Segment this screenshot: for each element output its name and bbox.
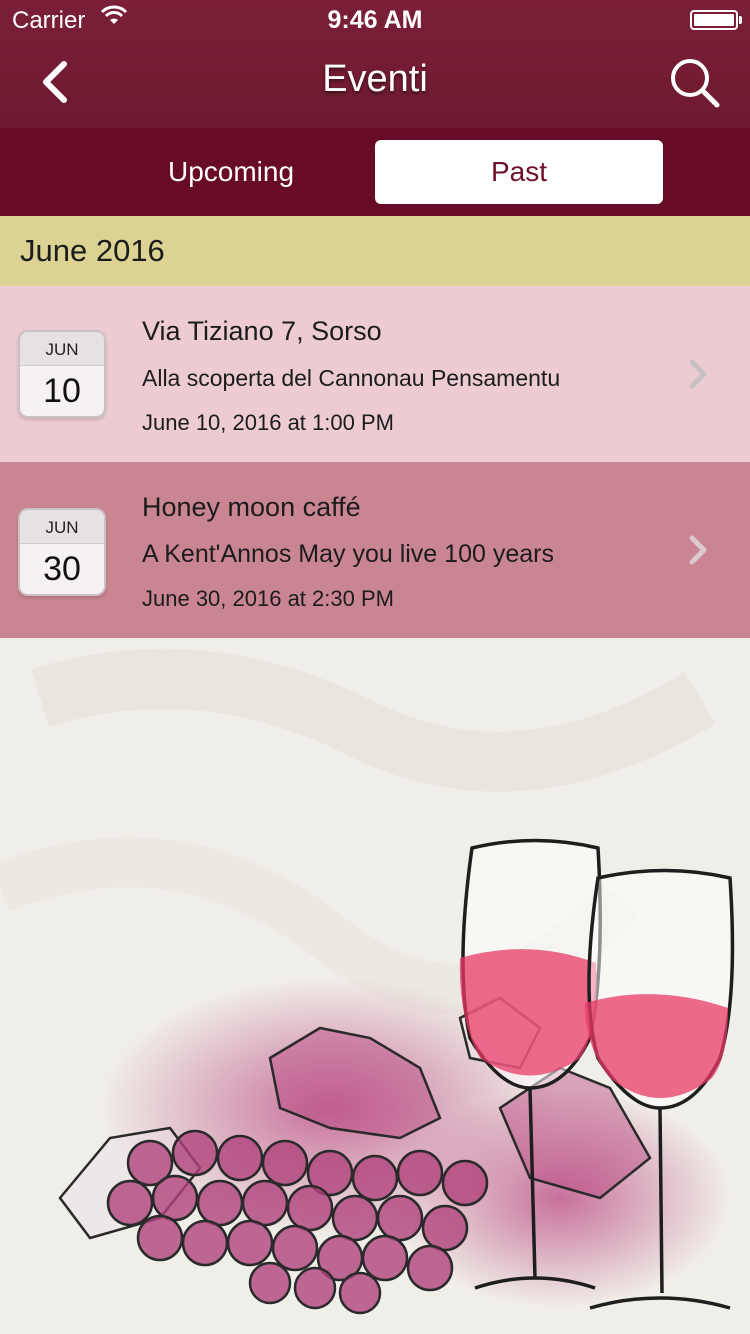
calendar-month: JUN xyxy=(20,332,104,366)
page-title: Eventi xyxy=(322,58,428,100)
chevron-right-icon xyxy=(689,535,707,565)
event-row[interactable]: JUN 10 Via Tiziano 7, Sorso Alla scopert… xyxy=(0,286,750,462)
event-title: A Kent'Annos May you live 100 years xyxy=(142,540,554,568)
chevron-right-icon xyxy=(689,359,707,389)
section-header-month: June 2016 xyxy=(0,216,750,286)
event-datetime: June 30, 2016 at 2:30 PM xyxy=(142,586,394,611)
event-title: Alla scoperta del Cannonau Pensamentu xyxy=(142,365,561,391)
event-location: Honey moon caffé xyxy=(142,492,361,522)
segment-upcoming[interactable]: Upcoming xyxy=(87,140,375,204)
event-datetime: June 10, 2016 at 1:00 PM xyxy=(142,410,394,435)
battery-icon xyxy=(690,10,742,30)
status-bar: Carrier 9:46 AM xyxy=(0,0,750,40)
segmented-control: Upcoming Past xyxy=(0,128,750,216)
wine-illustration xyxy=(0,638,750,1334)
calendar-month: JUN xyxy=(20,510,104,544)
search-icon xyxy=(671,59,720,108)
segment-past[interactable]: Past xyxy=(375,140,663,204)
calendar-icon: JUN 30 xyxy=(18,508,106,596)
calendar-day: 30 xyxy=(43,550,81,588)
search-button[interactable] xyxy=(660,52,730,116)
navigation-bar: Carrier 9:46 AM Eventi xyxy=(0,0,750,128)
calendar-day: 10 xyxy=(43,372,81,410)
calendar-icon: JUN 10 xyxy=(18,330,106,418)
event-row[interactable]: JUN 30 Honey moon caffé A Kent'Annos May… xyxy=(0,462,750,638)
event-location: Via Tiziano 7, Sorso xyxy=(142,316,382,346)
status-time: 9:46 AM xyxy=(327,6,423,34)
